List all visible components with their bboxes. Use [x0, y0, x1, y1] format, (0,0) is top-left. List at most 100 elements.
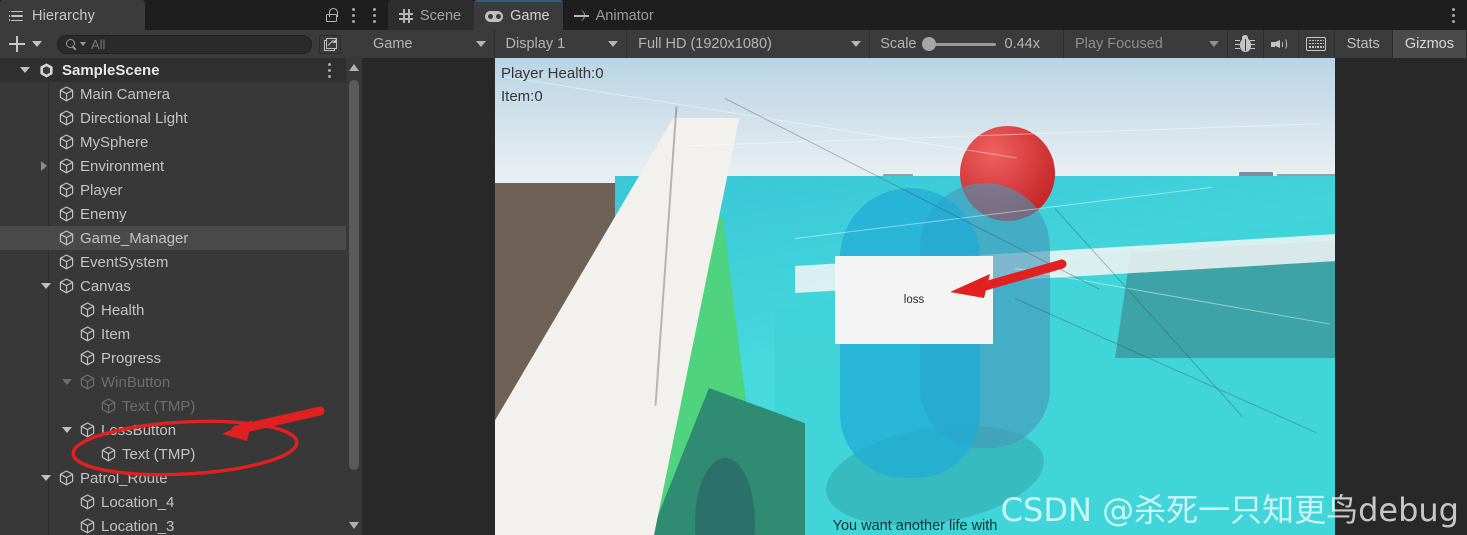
chevron-down-icon[interactable] [20, 67, 30, 73]
chevron-down-icon[interactable] [62, 427, 72, 433]
input-debug-button[interactable] [1299, 30, 1335, 58]
tree-item-canvas[interactable]: Canvas [0, 274, 346, 298]
target-display-dropdown[interactable]: Game [362, 30, 495, 58]
expand-window-icon [323, 37, 337, 51]
search-icon [66, 39, 77, 50]
tree-item-environment[interactable]: Environment [0, 154, 346, 178]
tree-item-main-camera[interactable]: Main Camera [0, 82, 346, 106]
kebab-menu-icon[interactable] [373, 7, 377, 23]
panel-menu-button[interactable] [362, 0, 388, 30]
tree-item-samplescene[interactable]: SampleScene [0, 58, 346, 82]
tree-item-label: Environment [80, 157, 165, 175]
scroll-up-arrow-icon[interactable] [349, 64, 359, 71]
unity-editor-window: Hierarchy All SampleScene Main Camera Di… [0, 0, 1467, 535]
tree-item-label: EventSystem [80, 253, 169, 271]
game-tabbar: Scene Game Animator [362, 0, 1467, 30]
tree-item-text-tmp[interactable]: Text (TMP) [0, 442, 346, 466]
gizmos-button[interactable]: Gizmos [1392, 30, 1467, 58]
expand-window-button[interactable] [319, 34, 341, 54]
chevron-down-icon[interactable] [41, 475, 51, 481]
gameobject-cube-icon [59, 254, 74, 270]
viewport-letterbox-left [362, 58, 494, 535]
kebab-menu-icon[interactable] [328, 62, 332, 78]
tree-item-progress[interactable]: Progress [0, 346, 346, 370]
scroll-down-arrow-icon[interactable] [349, 522, 359, 529]
tree-item-item[interactable]: Item [0, 322, 346, 346]
tree-item-winbutton[interactable]: WinButton [0, 370, 346, 394]
kebab-menu-icon[interactable] [352, 7, 356, 23]
watermark-overlay: CSDN @杀死一只知更鸟debug [1000, 491, 1459, 529]
tree-item-label: Player [80, 181, 123, 199]
chevron-down-icon[interactable] [62, 379, 72, 385]
gameobject-cube-icon [59, 230, 74, 246]
tree-item-label: Location_3 [101, 517, 175, 535]
chevron-down-icon [475, 41, 486, 47]
viewport-letterbox-right [1335, 58, 1467, 535]
hierarchy-scrollbar[interactable] [346, 58, 362, 535]
tree-item-label: Main Camera [80, 85, 171, 103]
hierarchy-tabbar: Hierarchy [0, 0, 362, 30]
hierarchy-tree[interactable]: SampleScene Main Camera Directional Light M… [0, 58, 346, 535]
scale-slider[interactable] [921, 37, 996, 51]
resolution-dropdown[interactable]: Full HD (1920x1080) [627, 30, 871, 58]
chevron-down-icon[interactable] [32, 41, 42, 47]
tree-item-location-3[interactable]: Location_3 [0, 514, 346, 535]
tree-item-label: SampleScene [62, 61, 160, 79]
tree-item-mysphere[interactable]: MySphere [0, 130, 346, 154]
play-mode-value: Play Focused [1074, 36, 1163, 52]
mute-audio-button[interactable] [1263, 30, 1300, 58]
loss-button[interactable]: loss [835, 256, 993, 344]
play-mode-dropdown[interactable]: Play Focused [1063, 30, 1229, 58]
resolution-value: Full HD (1920x1080) [638, 36, 772, 52]
scale-slider-group[interactable]: Scale 0.44x [870, 30, 1064, 58]
search-placeholder: All [91, 36, 106, 52]
tab-game-label: Game [510, 8, 550, 24]
tree-item-eventsystem[interactable]: EventSystem [0, 250, 346, 274]
kebab-menu-icon[interactable] [1452, 7, 1456, 23]
chevron-right-icon[interactable] [41, 161, 47, 171]
display-dropdown[interactable]: Display 1 [494, 30, 628, 58]
speaker-icon [1270, 37, 1291, 52]
scale-value: 0.44x [1004, 36, 1040, 52]
gameobject-cube-icon [59, 278, 74, 294]
chevron-down-icon[interactable] [80, 42, 86, 46]
tree-item-label: Canvas [80, 277, 131, 295]
gameobject-cube-icon [80, 494, 95, 510]
scale-slider-handle[interactable] [921, 37, 936, 51]
gameobject-cube-icon [80, 374, 95, 390]
tree-item-directional-light[interactable]: Directional Light [0, 106, 346, 130]
add-gameobject-button[interactable] [9, 36, 25, 52]
tab-scene[interactable]: Scene [388, 0, 475, 30]
gameobject-cube-icon [59, 206, 74, 222]
tree-item-lossbutton[interactable]: LossButton [0, 418, 346, 442]
tree-item-label: Item [101, 325, 131, 343]
tree-item-game-manager[interactable]: Game_Manager [0, 226, 346, 250]
tree-item-text-tmp[interactable]: Text (TMP) [0, 394, 346, 418]
tab-animator[interactable]: Animator [563, 0, 667, 30]
tree-item-location-4[interactable]: Location_4 [0, 490, 346, 514]
tab-hierarchy[interactable]: Hierarchy [0, 0, 145, 30]
tree-item-player[interactable]: Player [0, 178, 346, 202]
debug-toggle-button[interactable] [1228, 30, 1264, 58]
tree-item-label: LossButton [101, 421, 177, 439]
grid-hash-icon [399, 9, 413, 23]
target-display-value: Game [373, 36, 413, 52]
bug-icon [1235, 35, 1256, 53]
scrollbar-thumb[interactable] [349, 80, 359, 470]
stats-label: Stats [1346, 36, 1380, 52]
tree-item-health[interactable]: Health [0, 298, 346, 322]
search-input[interactable]: All [57, 34, 312, 54]
tree-item-enemy[interactable]: Enemy [0, 202, 346, 226]
tree-item-patrol-route[interactable]: Patrol_Route [0, 466, 346, 490]
stats-button[interactable]: Stats [1334, 30, 1393, 58]
gizmos-label: Gizmos [1404, 36, 1454, 52]
gameobject-cube-icon [59, 86, 74, 102]
chevron-down-icon [1209, 41, 1220, 47]
lock-icon[interactable] [326, 7, 339, 23]
chevron-down-icon [608, 41, 619, 47]
chevron-down-icon[interactable] [41, 283, 51, 289]
game-panel-menu-button[interactable] [1452, 7, 1456, 23]
chevron-down-icon [851, 41, 862, 47]
game-viewport[interactable]: Player Health:0 Item:0 loss You want ano… [495, 58, 1335, 535]
tab-game[interactable]: Game [474, 0, 563, 30]
